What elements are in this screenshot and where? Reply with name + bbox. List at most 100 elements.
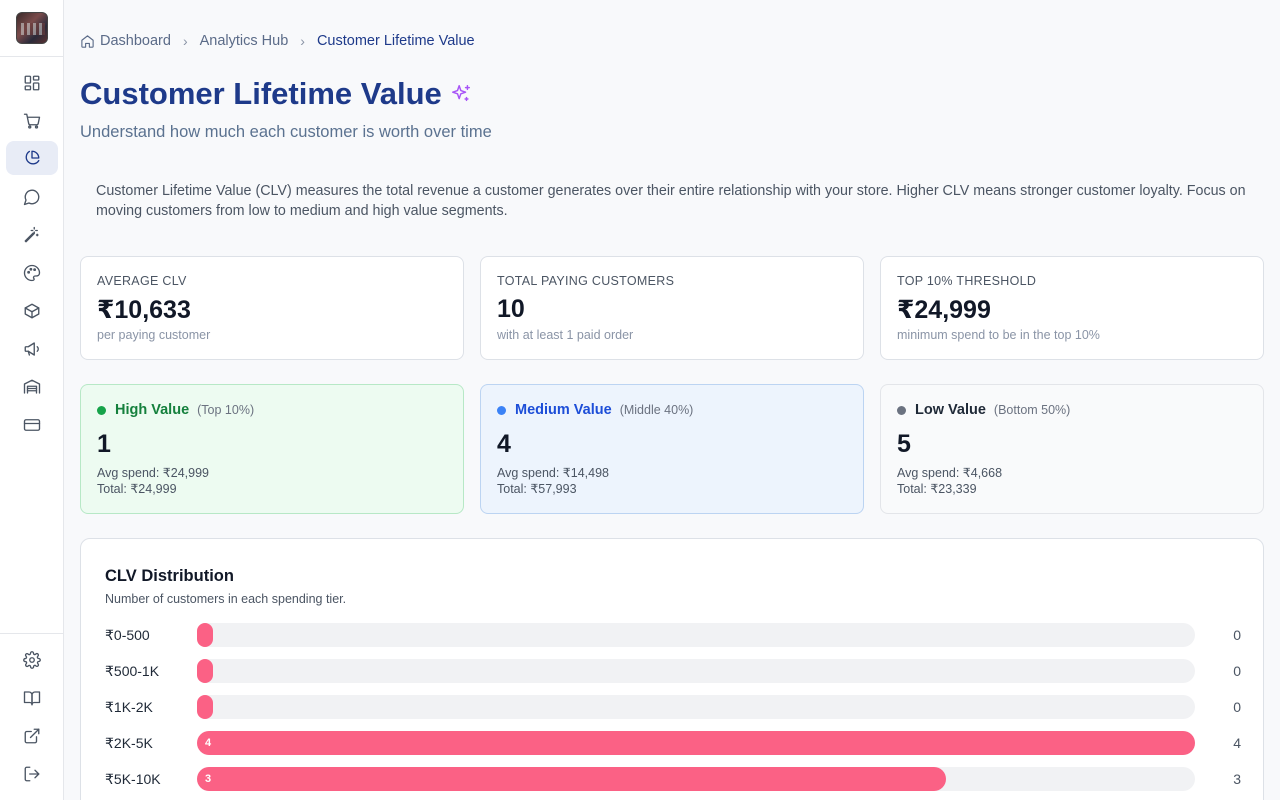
- sidebar-item-ai-tools[interactable]: [6, 218, 58, 252]
- bar-row: ₹0-500 0: [105, 623, 1241, 647]
- sidebar-item-products[interactable]: [6, 294, 58, 328]
- status-dot-icon: [897, 405, 906, 415]
- sidebar-item-docs[interactable]: [6, 681, 58, 715]
- sidebar-item-messages[interactable]: [6, 180, 58, 214]
- segment-avg-spend: Avg spend: ₹24,999: [97, 466, 209, 480]
- bar-value-label: 3: [1233, 771, 1241, 787]
- bar-track: [197, 695, 1195, 719]
- bar-category-label: ₹0-500: [105, 627, 150, 643]
- sidebar-item-dashboard[interactable]: [6, 66, 58, 100]
- status-dot-icon: [497, 405, 506, 415]
- stat-label: AVERAGE CLV: [97, 274, 187, 288]
- page-subtitle: Understand how much each customer is wor…: [80, 123, 492, 141]
- bar: [197, 659, 213, 683]
- store-logo[interactable]: [16, 12, 48, 44]
- bar-value-label: 4: [1233, 735, 1241, 751]
- segment-header: High Value (Top 10%): [97, 402, 254, 418]
- bar: 3: [197, 767, 946, 791]
- segment-avg-spend: Avg spend: ₹14,498: [497, 466, 609, 480]
- stat-note: minimum spend to be in the top 10%: [897, 328, 1100, 342]
- sidebar-item-analytics[interactable]: [6, 141, 58, 175]
- bar-row: ₹2K-5K 4 4: [105, 731, 1241, 755]
- sidebar-item-inventory[interactable]: [6, 370, 58, 404]
- page-title: Customer Lifetime Value: [80, 76, 442, 111]
- segment-range: (Bottom 50%): [993, 403, 1071, 417]
- intro-text: Customer Lifetime Value (CLV) measures t…: [96, 183, 1246, 219]
- sidebar: [0, 0, 64, 800]
- breadcrumb-analytics-link[interactable]: Analytics Hub: [200, 33, 289, 49]
- bar-category-label: ₹5K-10K: [105, 771, 161, 787]
- sidebar-item-orders[interactable]: [6, 104, 58, 138]
- breadcrumb-dashboard-link[interactable]: Dashboard: [100, 33, 171, 49]
- bar-row: ₹1K-2K 0: [105, 695, 1241, 719]
- sidebar-item-logout[interactable]: [6, 757, 58, 791]
- palette-icon: [23, 264, 41, 282]
- sidebar-item-settings[interactable]: [6, 643, 58, 677]
- segment-header: Medium Value (Middle 40%): [497, 402, 693, 418]
- segment-card-high-value: High Value (Top 10%) 1 Avg spend: ₹24,99…: [80, 384, 464, 514]
- chevron-right-icon: ›: [300, 33, 305, 49]
- box-icon: [24, 303, 40, 319]
- dashboard-icon: [24, 75, 40, 91]
- bar-track: [197, 659, 1195, 683]
- clv-distribution-card: CLV Distribution Number of customers in …: [80, 538, 1264, 800]
- stat-note: per paying customer: [97, 328, 211, 342]
- sparkle-icon: [451, 85, 470, 102]
- bar-value-label: 0: [1233, 663, 1241, 679]
- chart-subtitle: Number of customers in each spending tie…: [105, 592, 347, 606]
- bar-row: ₹500-1K 0: [105, 659, 1241, 683]
- bar-track: [197, 623, 1195, 647]
- bar-category-label: ₹500-1K: [105, 663, 160, 679]
- sidebar-item-view-store[interactable]: [6, 719, 58, 753]
- bar-track: 3: [197, 767, 1195, 791]
- chevron-right-icon: ›: [182, 33, 188, 49]
- segment-count: 1: [97, 430, 111, 458]
- stat-value: ₹24,999: [897, 296, 991, 324]
- segment-total: Total: ₹23,339: [897, 482, 977, 496]
- sidebar-divider: [0, 633, 64, 634]
- segment-count: 5: [897, 430, 911, 458]
- bar-value-label: 0: [1233, 627, 1241, 643]
- segment-name: High Value: [115, 402, 190, 418]
- sidebar-item-billing[interactable]: [6, 408, 58, 442]
- segment-range: (Middle 40%): [619, 403, 694, 417]
- segment-count: 4: [497, 430, 511, 458]
- bar-category-label: ₹1K-2K: [105, 699, 153, 715]
- segment-name: Medium Value: [515, 402, 612, 418]
- stat-value: ₹10,633: [97, 296, 191, 324]
- pie-chart-icon: [25, 150, 40, 165]
- stat-card-average-clv: AVERAGE CLV ₹10,633 per paying customer: [80, 256, 464, 360]
- breadcrumb: Dashboard › Analytics Hub › Customer Lif…: [80, 33, 475, 49]
- chat-icon: [23, 189, 40, 206]
- sidebar-item-marketing[interactable]: [6, 332, 58, 366]
- segment-total: Total: ₹24,999: [97, 482, 177, 496]
- bar: [197, 695, 213, 719]
- segment-range: (Top 10%): [197, 403, 255, 417]
- bar-category-label: ₹2K-5K: [105, 735, 153, 751]
- main-content: Dashboard › Analytics Hub › Customer Lif…: [64, 0, 1280, 800]
- segment-name: Low Value: [915, 402, 986, 418]
- status-dot-icon: [97, 405, 106, 415]
- segment-avg-spend: Avg spend: ₹4,668: [897, 466, 1003, 480]
- stat-note: with at least 1 paid order: [497, 328, 634, 342]
- segment-header: Low Value (Bottom 50%): [897, 402, 1070, 418]
- stat-card-total-paying-customers: TOTAL PAYING CUSTOMERS 10 with at least …: [480, 256, 864, 360]
- stat-card-top-threshold: TOP 10% THRESHOLD ₹24,999 minimum spend …: [880, 256, 1264, 360]
- logout-icon: [24, 766, 40, 782]
- segment-card-low-value: Low Value (Bottom 50%) 5 Avg spend: ₹4,6…: [880, 384, 1264, 514]
- bar-track: 4: [197, 731, 1195, 755]
- segment-total: Total: ₹57,993: [497, 482, 577, 496]
- sidebar-item-themes[interactable]: [6, 256, 58, 290]
- home-icon: [81, 34, 94, 48]
- breadcrumb-current: Customer Lifetime Value: [316, 33, 475, 49]
- page-title-row: Customer Lifetime Value: [80, 76, 472, 112]
- bar-value-label: 0: [1233, 699, 1241, 715]
- magic-wand-icon: [24, 226, 39, 243]
- stat-label: TOP 10% THRESHOLD: [897, 274, 1037, 288]
- sidebar-divider: [0, 56, 64, 57]
- stat-label: TOTAL PAYING CUSTOMERS: [497, 274, 675, 288]
- chart-title: CLV Distribution: [105, 567, 234, 585]
- cart-icon: [23, 113, 41, 129]
- megaphone-icon: [24, 342, 39, 356]
- stat-value: 10: [497, 295, 525, 323]
